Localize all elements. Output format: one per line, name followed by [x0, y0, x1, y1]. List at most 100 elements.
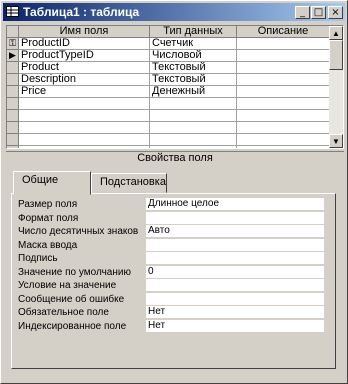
table-design-window: Таблица1 : таблица _ □ × Имя поля Тип да… [0, 0, 348, 384]
table-row[interactable] [7, 109, 330, 122]
property-label: Обязательное поле [18, 307, 109, 318]
property-value[interactable]: Нет [146, 319, 324, 332]
table-row[interactable]: ⚿ ProductID Счетчик [7, 37, 330, 50]
table-row[interactable]: Product Текстовый [7, 61, 330, 74]
description-cell[interactable] [236, 85, 330, 98]
property-value[interactable] [146, 252, 324, 264]
table-row[interactable] [7, 121, 330, 134]
close-button[interactable]: × [328, 6, 343, 19]
data-type-cell[interactable] [149, 109, 237, 122]
window-title: Таблица1 : таблица [23, 5, 140, 19]
row-selector[interactable] [7, 97, 19, 110]
scroll-down-icon[interactable]: ▼ [329, 134, 343, 148]
field-name-cell[interactable] [18, 121, 150, 134]
grid-vertical-scrollbar[interactable]: ▲ ▼ [329, 26, 343, 148]
row-selector[interactable] [7, 121, 19, 134]
description-cell[interactable] [236, 73, 330, 86]
field-name-cell[interactable] [18, 97, 150, 110]
column-header-description[interactable]: Описание [236, 26, 330, 38]
property-label: Значение по умолчанию [18, 266, 131, 278]
row-selector[interactable] [7, 85, 19, 98]
description-cell[interactable] [236, 133, 330, 146]
property-value[interactable] [146, 238, 324, 251]
general-tab-panel: Размер поля Длинное целое Формат поля Число… [11, 193, 336, 369]
grid-corner [7, 26, 19, 38]
field-properties-title: Свойства поля [6, 151, 344, 166]
property-label: Размер поля [18, 199, 78, 210]
row-selector[interactable] [7, 109, 19, 122]
description-cell[interactable] [236, 121, 330, 134]
property-label: Маска ввода [18, 239, 78, 251]
data-type-cell[interactable]: Текстовый [149, 73, 237, 86]
data-type-cell[interactable]: Денежный [149, 85, 237, 98]
property-value[interactable]: 0 [146, 265, 324, 278]
table-row[interactable] [7, 133, 330, 146]
table-icon [6, 6, 19, 17]
property-value[interactable]: Авто [146, 225, 324, 237]
row-selector[interactable] [7, 61, 19, 74]
property-row: Обязательное поле Нет [18, 306, 328, 319]
description-cell[interactable] [236, 97, 330, 110]
row-selector[interactable] [7, 145, 19, 148]
field-name-cell[interactable]: ProductID [18, 37, 150, 50]
scroll-up-icon[interactable]: ▲ [329, 26, 343, 40]
property-label: Сообщение об ошибке [18, 293, 125, 305]
field-name-cell[interactable]: Product [18, 61, 150, 74]
table-row[interactable]: Price Денежный [7, 85, 330, 98]
description-cell[interactable] [236, 61, 330, 74]
field-name-cell[interactable] [18, 133, 150, 146]
description-cell[interactable] [236, 145, 330, 148]
data-type-cell[interactable] [149, 97, 237, 110]
minimize-button[interactable]: _ [295, 6, 310, 19]
property-label: Условие на значение [18, 280, 117, 291]
row-selector[interactable] [7, 73, 19, 86]
field-name-cell[interactable]: Description [18, 73, 150, 86]
description-cell[interactable] [236, 109, 330, 122]
property-row: Сообщение об ошибке [18, 292, 328, 306]
property-value[interactable] [146, 211, 324, 224]
property-value[interactable]: Нет [146, 306, 324, 318]
scroll-thumb[interactable] [329, 40, 343, 70]
column-header-field-name[interactable]: Имя поля [18, 26, 150, 38]
property-value[interactable] [146, 292, 324, 305]
tab-general[interactable]: Общие [13, 171, 91, 195]
table-row[interactable]: Description Текстовый [7, 73, 330, 86]
row-selector[interactable] [7, 133, 19, 146]
field-name-cell[interactable]: ProductTypeID [18, 49, 150, 62]
property-row: Число десятичных знаков Авто [18, 225, 328, 238]
property-label: Формат поля [18, 212, 79, 224]
property-row: Формат поля [18, 211, 328, 225]
field-grid: Имя поля Тип данных Описание ⚿ ProductID С… [6, 25, 344, 149]
property-value[interactable] [146, 279, 324, 291]
property-row: Подпись [18, 252, 328, 265]
title-bar[interactable]: Таблица1 : таблица _ □ × [3, 3, 345, 21]
data-type-cell[interactable]: Счетчик [149, 37, 237, 50]
property-row: Условие на значение [18, 279, 328, 292]
tab-lookup[interactable]: Подстановка [91, 173, 167, 193]
row-selector[interactable]: ⚿ [7, 37, 19, 50]
property-row: Размер поля Длинное целое [18, 198, 328, 211]
description-cell[interactable] [236, 49, 330, 62]
data-type-cell[interactable]: Числовой [149, 49, 237, 62]
row-selector[interactable]: ▶ [7, 49, 19, 62]
description-cell[interactable] [236, 37, 330, 50]
table-row[interactable] [7, 145, 330, 148]
property-row: Значение по умолчанию 0 [18, 265, 328, 279]
field-name-cell[interactable] [18, 145, 150, 148]
data-type-cell[interactable]: Текстовый [149, 61, 237, 74]
property-label: Подпись [18, 253, 58, 264]
property-value[interactable]: Длинное целое [146, 198, 324, 210]
data-type-cell[interactable] [149, 145, 237, 148]
property-label: Число десятичных знаков [18, 226, 139, 237]
table-row[interactable] [7, 97, 330, 110]
property-row: Индексированное поле Нет [18, 319, 328, 333]
property-label: Индексированное поле [18, 320, 127, 332]
property-row: Маска ввода [18, 238, 328, 252]
data-type-cell[interactable] [149, 133, 237, 146]
field-name-cell[interactable]: Price [18, 85, 150, 98]
maximize-button[interactable]: □ [311, 6, 326, 19]
table-row[interactable]: ▶ ProductTypeID Числовой [7, 49, 330, 62]
data-type-cell[interactable] [149, 121, 237, 134]
column-header-data-type[interactable]: Тип данных [149, 26, 237, 38]
field-name-cell[interactable] [18, 109, 150, 122]
